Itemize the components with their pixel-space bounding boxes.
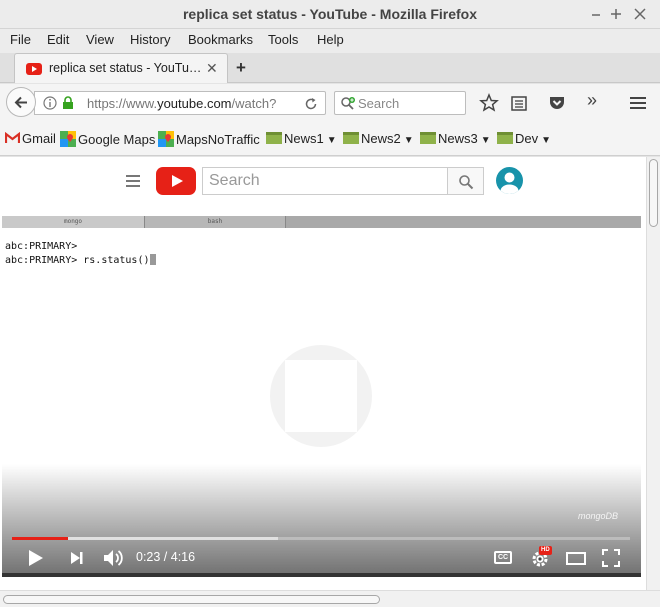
folder-icon	[420, 132, 436, 144]
bookmark-mapsnotraffic[interactable]: MapsNoTraffic	[158, 131, 260, 147]
played-bar	[12, 537, 68, 540]
navigation-bar: https://www.youtube.com/watch? Search »	[0, 84, 660, 122]
tab-label: replica set status - YouTu…	[49, 61, 202, 75]
bookmark-star-icon[interactable]	[478, 92, 500, 114]
volume-icon[interactable]	[102, 547, 126, 569]
close-window-button[interactable]	[630, 4, 650, 24]
vertical-scroll-thumb[interactable]	[649, 159, 658, 227]
youtube-search-input[interactable]: Search	[202, 167, 448, 195]
window-titlebar: replica set status - YouTube - Mozilla F…	[0, 0, 660, 29]
folder-icon	[266, 132, 282, 144]
time-display: 0:23 / 4:16	[136, 550, 196, 564]
terminal-tab-mongo: mongo	[2, 216, 145, 228]
bookmark-folder-news3[interactable]: News3 ▼	[420, 131, 491, 146]
search-placeholder: Search	[358, 96, 400, 111]
captions-button[interactable]: CC	[494, 551, 512, 564]
back-arrow-icon	[14, 96, 27, 109]
search-engine-icon[interactable]	[340, 96, 356, 112]
bookmark-gmail[interactable]: Gmail	[4, 131, 56, 146]
horizontal-scroll-thumb[interactable]	[3, 595, 380, 604]
terminal-cursor	[149, 254, 156, 265]
next-icon[interactable]	[68, 547, 86, 569]
vertical-scrollbar[interactable]	[646, 157, 660, 590]
horizontal-scrollbar[interactable]	[0, 590, 660, 607]
chevron-down-icon: ▼	[480, 135, 491, 146]
menu-file[interactable]: File	[10, 32, 31, 47]
reading-list-icon[interactable]	[508, 92, 530, 114]
minimize-icon	[592, 14, 600, 16]
loading-spinner	[270, 345, 372, 447]
youtube-search-placeholder: Search	[209, 172, 260, 189]
url-bar[interactable]: https://www.youtube.com/watch?	[34, 91, 326, 115]
bookmark-folder-news2[interactable]: News2 ▼	[343, 131, 414, 146]
youtube-logo-icon[interactable]	[156, 167, 196, 195]
guide-menu-icon[interactable]	[126, 175, 140, 187]
menu-edit[interactable]: Edit	[47, 32, 69, 47]
bookmark-folder-dev[interactable]: Dev ▼	[497, 131, 551, 146]
overflow-menu-button[interactable]: »	[587, 90, 597, 111]
minimize-button[interactable]	[586, 4, 606, 24]
tab-close-button[interactable]: ✕	[206, 60, 218, 77]
progress-bar[interactable]	[12, 537, 630, 540]
search-icon	[459, 175, 474, 190]
youtube-search-button[interactable]	[448, 167, 484, 195]
mongodb-watermark: mongoDB	[578, 511, 619, 521]
play-icon[interactable]	[26, 547, 46, 569]
folder-icon	[497, 132, 513, 144]
avatar[interactable]	[496, 167, 523, 194]
hd-badge: HD	[539, 546, 552, 555]
page-content: Search mongo bash abc:PRIMARY> abc:PRIMA…	[0, 157, 646, 590]
chevron-down-icon: ▼	[403, 135, 414, 146]
reload-icon[interactable]	[303, 96, 319, 112]
terminal-line: abc:PRIMARY> rs.status()	[5, 254, 156, 266]
hamburger-menu-icon[interactable]	[627, 92, 649, 114]
video-bottom-edge	[2, 573, 641, 577]
youtube-header: Search	[0, 157, 646, 207]
pocket-icon[interactable]	[546, 92, 568, 114]
user-icon	[500, 172, 519, 194]
window-title: replica set status - YouTube - Mozilla F…	[182, 6, 478, 22]
new-tab-button[interactable]: +	[236, 58, 246, 78]
theater-mode-icon[interactable]	[564, 547, 588, 569]
video-player[interactable]: mongo bash abc:PRIMARY> abc:PRIMARY> rs.…	[2, 214, 641, 573]
search-bar[interactable]: Search	[334, 91, 466, 115]
google-maps-icon	[60, 131, 76, 147]
close-icon	[634, 8, 646, 20]
google-maps-icon	[158, 131, 174, 147]
bookmarks-toolbar: Gmail Google Maps MapsNoTraffic News1 ▼ N…	[0, 122, 660, 156]
menu-tools[interactable]: Tools	[268, 32, 298, 47]
menu-help[interactable]: Help	[317, 32, 344, 47]
gmail-icon	[4, 131, 21, 143]
terminal-tab-bash: bash	[145, 216, 286, 228]
maximize-button[interactable]	[606, 4, 626, 24]
chevron-down-icon: ▼	[541, 135, 552, 146]
back-button[interactable]	[6, 87, 36, 117]
bookmark-google-maps[interactable]: Google Maps	[60, 131, 155, 147]
youtube-favicon-icon	[26, 63, 42, 75]
menu-history[interactable]: History	[130, 32, 170, 47]
chevron-down-icon: ▼	[326, 135, 337, 146]
menu-bar: File Edit View History Bookmarks Tools H…	[0, 29, 660, 53]
terminal-tab-bar: mongo bash	[2, 216, 641, 228]
menu-bookmarks[interactable]: Bookmarks	[188, 32, 253, 47]
tab-strip: replica set status - YouTu… ✕ +	[0, 53, 660, 83]
lock-icon	[63, 96, 73, 109]
url-text: https://www.youtube.com/watch?	[87, 96, 277, 111]
tab-youtube[interactable]: replica set status - YouTu… ✕	[14, 53, 228, 83]
fullscreen-icon[interactable]	[600, 547, 622, 569]
info-icon[interactable]	[43, 96, 57, 110]
terminal-line: abc:PRIMARY>	[5, 241, 78, 252]
maximize-icon	[611, 9, 621, 19]
bookmark-folder-news1[interactable]: News1 ▼	[266, 131, 337, 146]
menu-view[interactable]: View	[86, 32, 114, 47]
folder-icon	[343, 132, 359, 144]
